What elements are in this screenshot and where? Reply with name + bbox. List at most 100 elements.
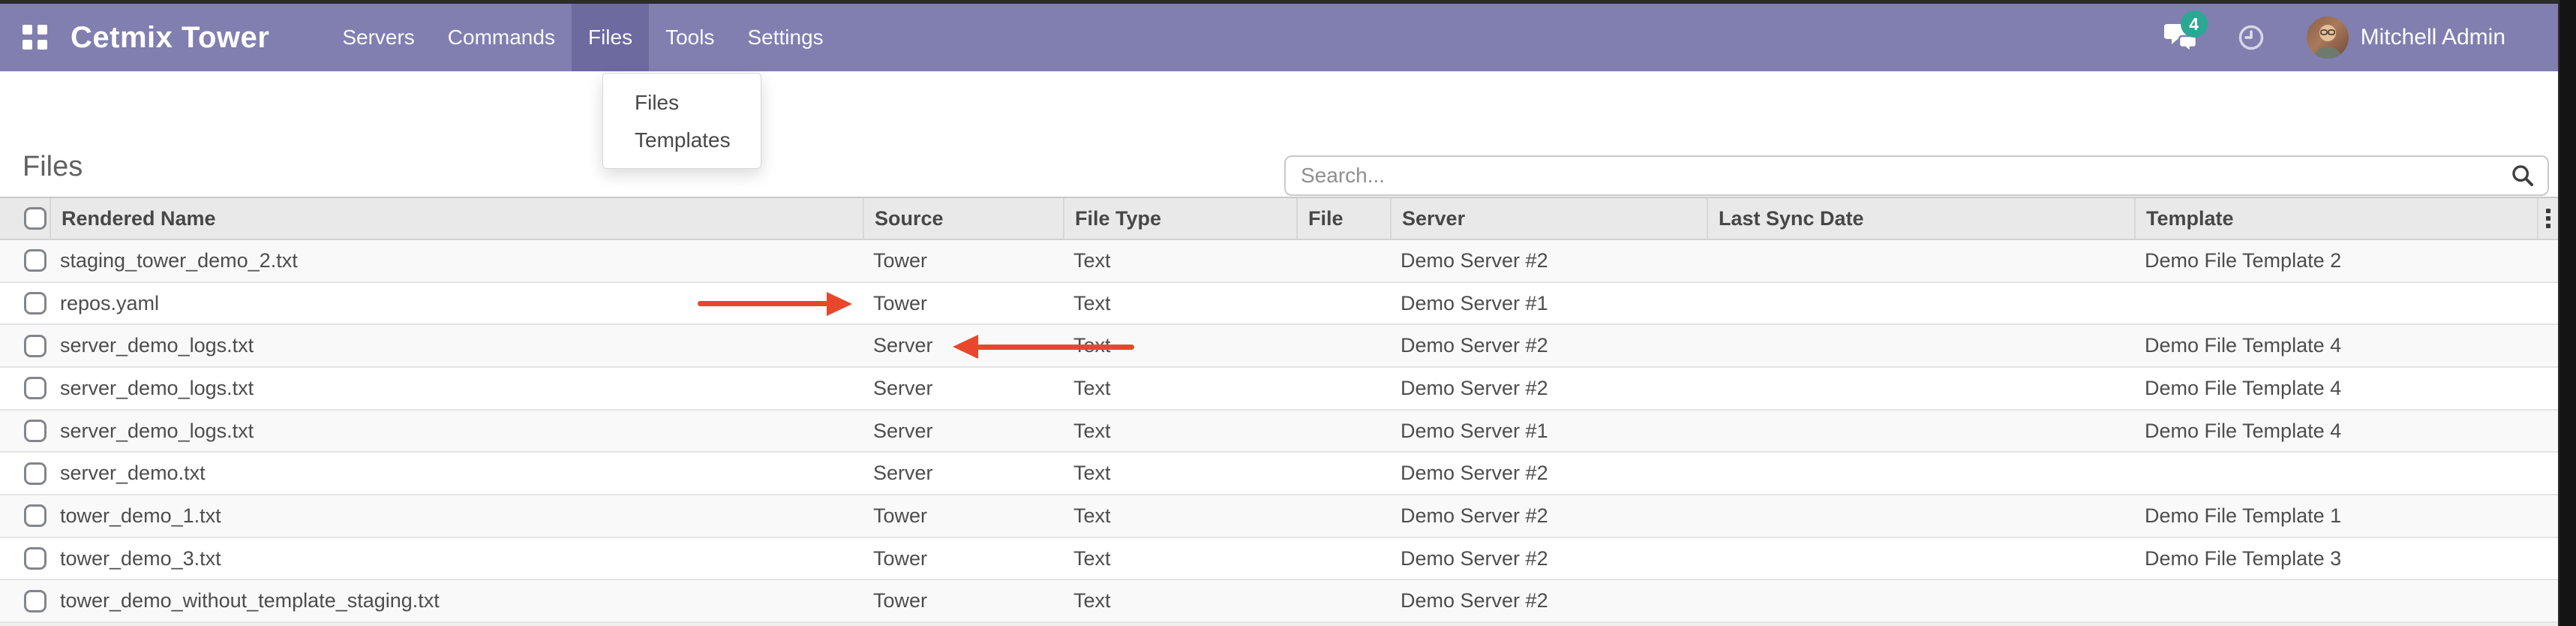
table-row[interactable]: staging_tower_demo_2.txt Tower Text Demo… bbox=[0, 240, 2558, 283]
nav-item-tools[interactable]: Tools bbox=[649, 4, 731, 71]
file-cell bbox=[1296, 495, 1390, 537]
column-file[interactable]: File bbox=[1296, 198, 1390, 239]
file-type-cell: Text bbox=[1063, 240, 1296, 281]
vertical-dots-icon bbox=[2546, 209, 2550, 228]
file-cell bbox=[1296, 411, 1390, 452]
messages-icon[interactable]: 4 bbox=[2164, 21, 2199, 54]
file-cell bbox=[1296, 453, 1390, 494]
column-last-sync-date[interactable]: Last Sync Date bbox=[1707, 198, 2134, 239]
optional-columns-toggle[interactable] bbox=[2537, 198, 2558, 239]
column-server[interactable]: Server bbox=[1390, 198, 1707, 239]
main-menu: Servers Commands Files Tools Settings bbox=[326, 4, 839, 71]
last-sync-cell bbox=[1707, 538, 2134, 579]
nav-item-files[interactable]: Files bbox=[572, 4, 649, 71]
select-all-checkbox[interactable] bbox=[24, 207, 47, 230]
last-sync-cell bbox=[1707, 411, 2134, 452]
last-sync-cell bbox=[1707, 495, 2134, 537]
column-file-type[interactable]: File Type bbox=[1063, 198, 1296, 239]
server-cell: Demo Server #2 bbox=[1390, 453, 1707, 494]
rendered-name-cell: tower_demo_1.txt bbox=[50, 495, 863, 537]
table-row[interactable]: repos.yaml Tower Text Demo Server #1 bbox=[0, 283, 2558, 326]
server-cell: Demo Server #2 bbox=[1390, 325, 1707, 366]
file-cell bbox=[1296, 325, 1390, 366]
search-bar bbox=[1284, 155, 2549, 196]
template-cell: Demo File Template 4 bbox=[2134, 325, 2537, 366]
file-type-cell: Text bbox=[1063, 580, 1296, 621]
top-navbar: Cetmix Tower Servers Commands Files Tool… bbox=[0, 4, 2558, 71]
menu-item-files[interactable]: Files bbox=[603, 84, 761, 122]
annotation-arrow-right-head bbox=[827, 292, 852, 316]
menu-item-templates[interactable]: Templates bbox=[603, 122, 761, 159]
search-input[interactable] bbox=[1284, 155, 2549, 196]
source-cell: Server bbox=[863, 368, 1063, 409]
template-cell: Demo File Template 1 bbox=[2134, 495, 2537, 537]
brand-title[interactable]: Cetmix Tower bbox=[71, 21, 269, 55]
row-checkbox[interactable] bbox=[24, 462, 47, 485]
file-type-cell: Text bbox=[1063, 453, 1296, 494]
table-body: staging_tower_demo_2.txt Tower Text Demo… bbox=[0, 240, 2558, 623]
server-cell: Demo Server #2 bbox=[1390, 240, 1707, 281]
row-checkbox[interactable] bbox=[24, 292, 47, 315]
rendered-name-cell: staging_tower_demo_2.txt bbox=[50, 240, 863, 281]
row-checkbox[interactable] bbox=[24, 377, 47, 399]
messages-count-badge: 4 bbox=[2181, 11, 2208, 38]
select-all-cell bbox=[0, 198, 50, 239]
row-checkbox[interactable] bbox=[24, 590, 47, 612]
row-checkbox[interactable] bbox=[24, 249, 47, 272]
row-checkbox[interactable] bbox=[24, 335, 47, 357]
table-row[interactable]: server_demo.txt Server Text Demo Server … bbox=[0, 453, 2558, 495]
column-rendered-name[interactable]: Rendered Name bbox=[50, 198, 863, 239]
search-icon[interactable] bbox=[2510, 163, 2535, 188]
apps-grid-icon[interactable] bbox=[23, 25, 48, 50]
template-cell: Demo File Template 4 bbox=[2134, 368, 2537, 409]
column-template[interactable]: Template bbox=[2134, 198, 2537, 239]
file-cell bbox=[1296, 283, 1390, 324]
last-sync-cell bbox=[1707, 240, 2134, 281]
activity-clock-icon[interactable] bbox=[2238, 24, 2265, 51]
rendered-name-cell: server_demo_logs.txt bbox=[50, 325, 863, 366]
server-cell: Demo Server #1 bbox=[1390, 283, 1707, 324]
file-type-cell: Text bbox=[1063, 283, 1296, 324]
table-footer-strip bbox=[0, 623, 2558, 626]
last-sync-cell bbox=[1707, 325, 2134, 366]
files-dropdown-menu: Files Templates bbox=[602, 73, 761, 169]
server-cell: Demo Server #2 bbox=[1390, 495, 1707, 537]
table-row[interactable]: tower_demo_1.txt Tower Text Demo Server … bbox=[0, 495, 2558, 538]
file-type-cell: Text bbox=[1063, 538, 1296, 579]
server-cell: Demo Server #2 bbox=[1390, 538, 1707, 579]
source-cell: Tower bbox=[863, 240, 1063, 281]
user-avatar[interactable] bbox=[2307, 17, 2349, 59]
nav-item-servers[interactable]: Servers bbox=[326, 4, 431, 71]
table-header: Rendered Name Source File Type File Serv… bbox=[0, 197, 2558, 240]
source-cell: Tower bbox=[863, 495, 1063, 537]
window-top-strip bbox=[0, 0, 2576, 4]
rendered-name-cell: server_demo_logs.txt bbox=[50, 411, 863, 452]
table-row[interactable]: server_demo_logs.txt Server Text Demo Se… bbox=[0, 325, 2558, 368]
last-sync-cell bbox=[1707, 453, 2134, 494]
rendered-name-cell: tower_demo_without_template_staging.txt bbox=[50, 580, 863, 621]
table-row[interactable]: tower_demo_without_template_staging.txt … bbox=[0, 580, 2558, 623]
nav-item-commands[interactable]: Commands bbox=[431, 4, 572, 71]
file-type-cell: Text bbox=[1063, 495, 1296, 537]
source-cell: Tower bbox=[863, 580, 1063, 621]
right-scrollbar-band[interactable] bbox=[2558, 0, 2576, 626]
template-cell: Demo File Template 2 bbox=[2134, 240, 2537, 281]
template-cell: Demo File Template 4 bbox=[2134, 411, 2537, 452]
table-row[interactable]: tower_demo_3.txt Tower Text Demo Server … bbox=[0, 538, 2558, 581]
server-cell: Demo Server #2 bbox=[1390, 368, 1707, 409]
last-sync-cell bbox=[1707, 368, 2134, 409]
nav-item-settings[interactable]: Settings bbox=[731, 4, 839, 71]
column-source[interactable]: Source bbox=[863, 198, 1063, 239]
app-window: Cetmix Tower Servers Commands Files Tool… bbox=[0, 0, 2576, 626]
source-cell: Tower bbox=[863, 538, 1063, 579]
annotation-arrow-right-line bbox=[698, 301, 828, 306]
table-row[interactable]: server_demo_logs.txt Server Text Demo Se… bbox=[0, 368, 2558, 411]
annotation-arrow-left-head bbox=[953, 335, 978, 359]
file-cell bbox=[1296, 368, 1390, 409]
table-row[interactable]: server_demo_logs.txt Server Text Demo Se… bbox=[0, 411, 2558, 453]
rendered-name-cell: tower_demo_3.txt bbox=[50, 538, 863, 579]
row-checkbox[interactable] bbox=[24, 547, 47, 570]
row-checkbox[interactable] bbox=[24, 504, 47, 527]
row-checkbox[interactable] bbox=[24, 420, 47, 442]
user-menu[interactable]: Mitchell Admin bbox=[2361, 25, 2505, 50]
